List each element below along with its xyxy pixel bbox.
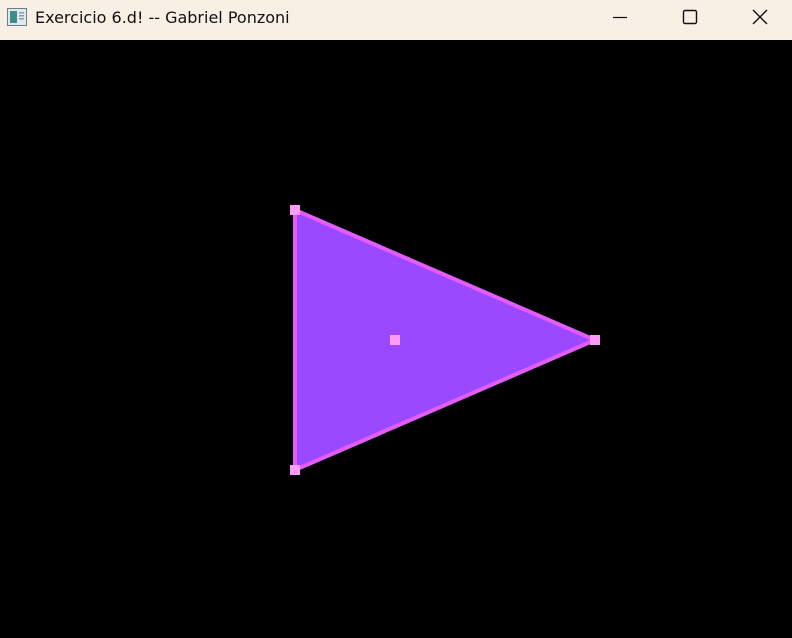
triangle-scene (290, 205, 601, 475)
app-window: Exercicio 6.d! -- Gabriel Ponzoni (0, 0, 792, 638)
centroid-marker (390, 335, 400, 345)
minimize-button[interactable] (585, 0, 655, 40)
vertex-bottom-marker (290, 465, 300, 475)
vertex-top-marker (290, 205, 300, 215)
maximize-icon (682, 9, 698, 25)
vertex-right-marker (590, 335, 600, 345)
window-app-icon (7, 8, 27, 26)
purple-triangle (293, 206, 601, 474)
drawing-canvas[interactable] (0, 40, 792, 638)
window-title: Exercicio 6.d! -- Gabriel Ponzoni (35, 8, 290, 27)
title-bar[interactable]: Exercicio 6.d! -- Gabriel Ponzoni (0, 0, 792, 40)
minimize-icon (613, 16, 627, 19)
close-icon (752, 9, 768, 25)
close-button[interactable] (724, 0, 792, 40)
maximize-button[interactable] (654, 0, 724, 40)
